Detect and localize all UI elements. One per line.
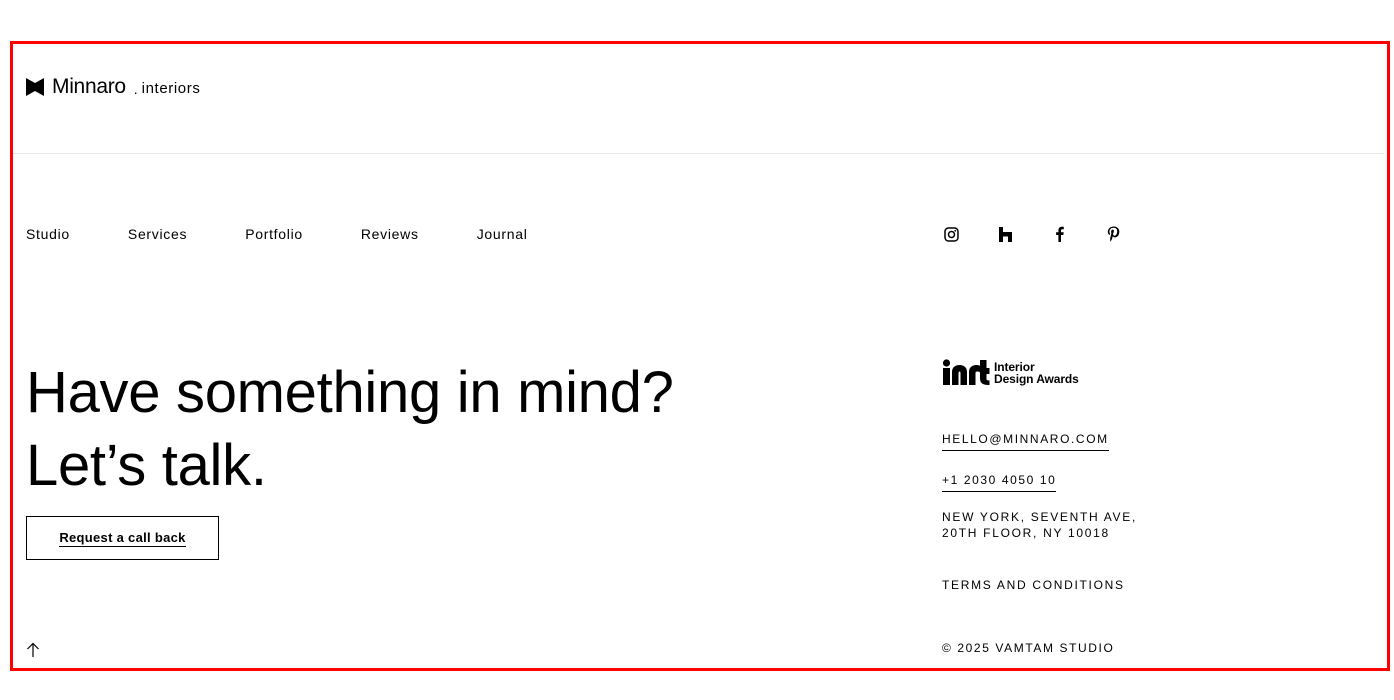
highlight-frame [10,41,1390,671]
page: Minnaro . interiors Studio Services Port… [0,0,1394,700]
